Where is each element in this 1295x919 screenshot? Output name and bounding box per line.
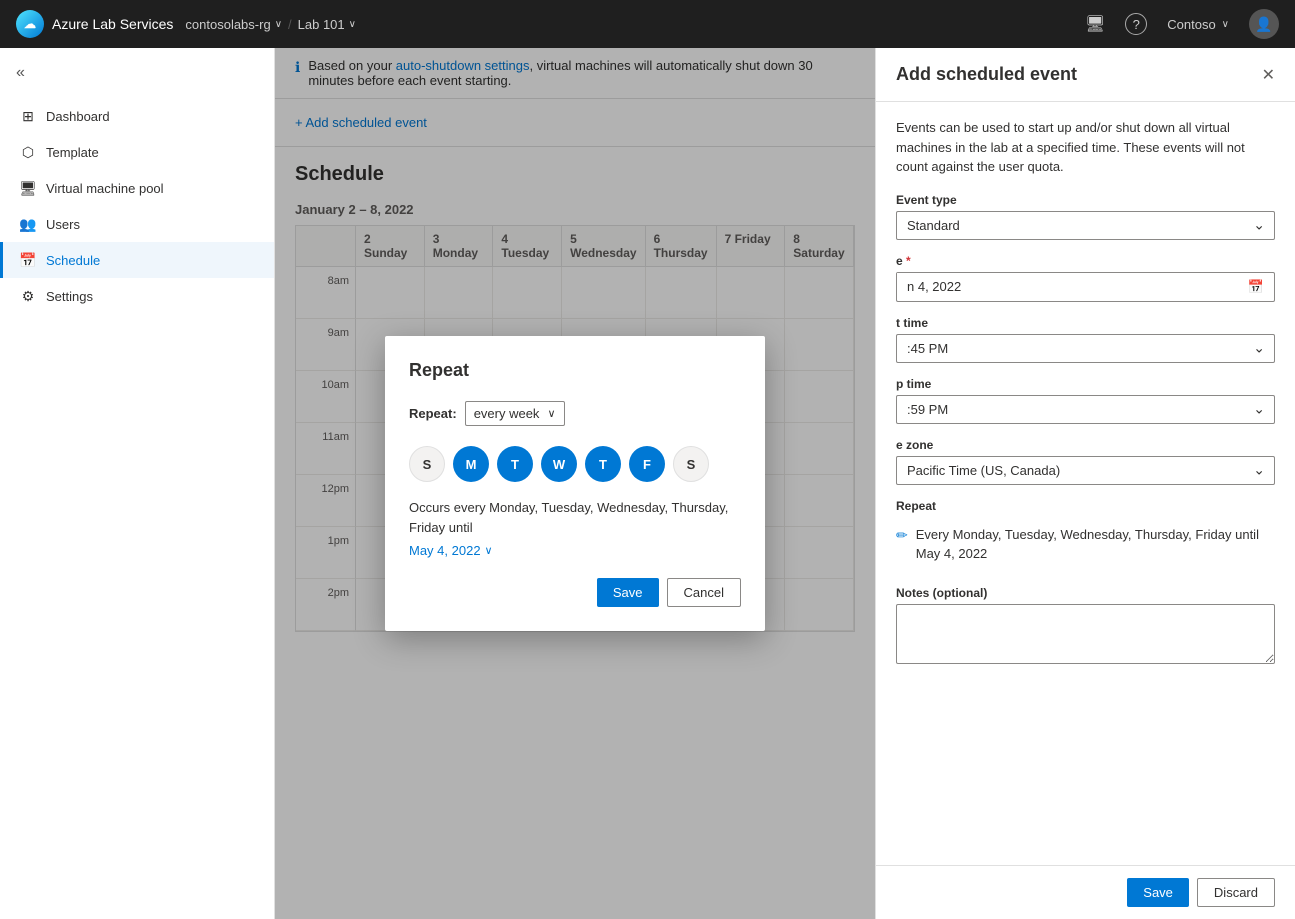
- sidebar-item-label: Template: [46, 145, 99, 160]
- stop-time-select[interactable]: :59 PM: [896, 395, 1275, 424]
- account-menu[interactable]: Contoso ∨: [1167, 17, 1229, 32]
- template-icon: ⬡: [20, 144, 36, 160]
- calendar-icon[interactable]: 📅: [1238, 273, 1274, 301]
- sidebar-item-schedule[interactable]: 📅 Schedule: [0, 242, 274, 278]
- modal-title: Repeat: [409, 360, 741, 381]
- day-circle-sun[interactable]: S: [409, 446, 445, 482]
- timezone-select[interactable]: Pacific Time (US, Canada): [896, 456, 1275, 485]
- sidebar-item-template[interactable]: ⬡ Template: [0, 134, 274, 170]
- panel-description: Events can be used to start up and/or sh…: [896, 118, 1275, 177]
- sidebar-item-settings[interactable]: ⚙ Settings: [0, 278, 274, 314]
- panel-footer: Save Discard: [876, 865, 1295, 919]
- modal-actions: Save Cancel: [409, 578, 741, 607]
- panel-close-button[interactable]: ✕: [1262, 65, 1275, 85]
- panel-header: Add scheduled event ✕: [876, 48, 1295, 102]
- modal-save-button[interactable]: Save: [597, 578, 659, 607]
- date-label: e *: [896, 254, 1275, 268]
- panel-discard-button[interactable]: Discard: [1197, 878, 1275, 907]
- repeat-select[interactable]: every week ∨: [465, 401, 565, 426]
- end-date-selector[interactable]: May 4, 2022 ∨: [409, 543, 741, 558]
- event-type-select-wrapper: Standard: [896, 211, 1275, 240]
- sidebar-item-label: Users: [46, 217, 80, 232]
- start-time-select-wrapper: :45 PM: [896, 334, 1275, 363]
- event-type-group: Event type Standard: [896, 193, 1275, 240]
- sidebar-item-vmpool[interactable]: 🖥 Virtual machine pool: [0, 170, 274, 206]
- notes-group: Notes (optional): [896, 586, 1275, 667]
- settings-icon: ⚙: [20, 288, 36, 304]
- notes-label: Notes (optional): [896, 586, 1275, 600]
- panel-title: Add scheduled event: [896, 64, 1077, 85]
- right-panel: Add scheduled event ✕ Events can be used…: [875, 48, 1295, 919]
- help-icon[interactable]: ?: [1125, 13, 1147, 35]
- start-time-select[interactable]: :45 PM: [896, 334, 1275, 363]
- sidebar-item-label: Settings: [46, 289, 93, 304]
- occurrence-text: Occurs every Monday, Tuesday, Wednesday,…: [409, 498, 741, 537]
- user-avatar[interactable]: 👤: [1249, 9, 1279, 39]
- day-circle-thu[interactable]: T: [585, 446, 621, 482]
- app-title: Azure Lab Services: [52, 16, 173, 32]
- day-circles: S M T W T F S: [409, 446, 741, 482]
- day-circle-wed[interactable]: W: [541, 446, 577, 482]
- repeat-group: Repeat ✏ Every Monday, Tuesday, Wednesda…: [896, 499, 1275, 572]
- timezone-group: e zone Pacific Time (US, Canada): [896, 438, 1275, 485]
- date-input[interactable]: [897, 273, 1238, 300]
- repeat-text: Every Monday, Tuesday, Wednesday, Thursd…: [916, 525, 1275, 564]
- content-area: ℹ Based on your auto-shutdown settings, …: [275, 48, 875, 919]
- stop-time-select-wrapper: :59 PM: [896, 395, 1275, 424]
- day-circle-tue[interactable]: T: [497, 446, 533, 482]
- main-layout: « ⊞ Dashboard ⬡ Template 🖥 Virtual machi…: [0, 48, 1295, 919]
- users-icon: 👥: [20, 216, 36, 232]
- event-type-select[interactable]: Standard: [896, 211, 1275, 240]
- topnav-right: 🖥 ? Contoso ∨ 👤: [1085, 9, 1279, 39]
- day-circle-sat[interactable]: S: [673, 446, 709, 482]
- event-type-label: Event type: [896, 193, 1275, 207]
- repeat-edit-icon[interactable]: ✏: [896, 527, 908, 544]
- sidebar-item-users[interactable]: 👥 Users: [0, 206, 274, 242]
- repeat-label: Repeat: [896, 499, 1275, 513]
- azure-icon: ☁: [16, 10, 44, 38]
- breadcrumb-rg[interactable]: contosolabs-rg ∨: [185, 17, 282, 32]
- modal-cancel-button[interactable]: Cancel: [667, 578, 741, 607]
- notes-textarea[interactable]: [896, 604, 1275, 664]
- panel-save-button[interactable]: Save: [1127, 878, 1189, 907]
- start-time-group: t time :45 PM: [896, 316, 1275, 363]
- vmpool-icon: 🖥: [20, 180, 36, 196]
- sidebar-item-label: Dashboard: [46, 109, 110, 124]
- monitor-icon[interactable]: 🖥: [1085, 14, 1105, 34]
- timezone-select-wrapper: Pacific Time (US, Canada): [896, 456, 1275, 485]
- repeat-modal: Repeat Repeat: every week ∨ S M T W T F …: [385, 336, 765, 631]
- sidebar-item-label: Virtual machine pool: [46, 181, 164, 196]
- breadcrumb-lab[interactable]: Lab 101 ∨: [298, 17, 356, 32]
- breadcrumb: contosolabs-rg ∨ / Lab 101 ∨: [185, 17, 356, 32]
- date-input-wrapper: 📅: [896, 272, 1275, 302]
- topnav: ☁ Azure Lab Services contosolabs-rg ∨ / …: [0, 0, 1295, 48]
- sidebar: « ⊞ Dashboard ⬡ Template 🖥 Virtual machi…: [0, 48, 275, 919]
- modal-overlay: Repeat Repeat: every week ∨ S M T W T F …: [275, 48, 875, 919]
- modal-repeat-row: Repeat: every week ∨: [409, 401, 741, 426]
- day-circle-mon[interactable]: M: [453, 446, 489, 482]
- schedule-icon: 📅: [20, 252, 36, 268]
- sidebar-item-label: Schedule: [46, 253, 100, 268]
- start-time-label: t time: [896, 316, 1275, 330]
- date-group: e * 📅: [896, 254, 1275, 302]
- dashboard-icon: ⊞: [20, 108, 36, 124]
- stop-time-label: p time: [896, 377, 1275, 391]
- day-circle-fri[interactable]: F: [629, 446, 665, 482]
- app-logo: ☁ Azure Lab Services: [16, 10, 173, 38]
- panel-body: Events can be used to start up and/or sh…: [876, 102, 1295, 865]
- collapse-button[interactable]: «: [16, 64, 25, 82]
- sidebar-item-dashboard[interactable]: ⊞ Dashboard: [0, 98, 274, 134]
- timezone-label: e zone: [896, 438, 1275, 452]
- stop-time-group: p time :59 PM: [896, 377, 1275, 424]
- repeat-section: ✏ Every Monday, Tuesday, Wednesday, Thur…: [896, 517, 1275, 572]
- repeat-prefix: Repeat:: [409, 406, 457, 421]
- sidebar-collapse: «: [0, 56, 274, 98]
